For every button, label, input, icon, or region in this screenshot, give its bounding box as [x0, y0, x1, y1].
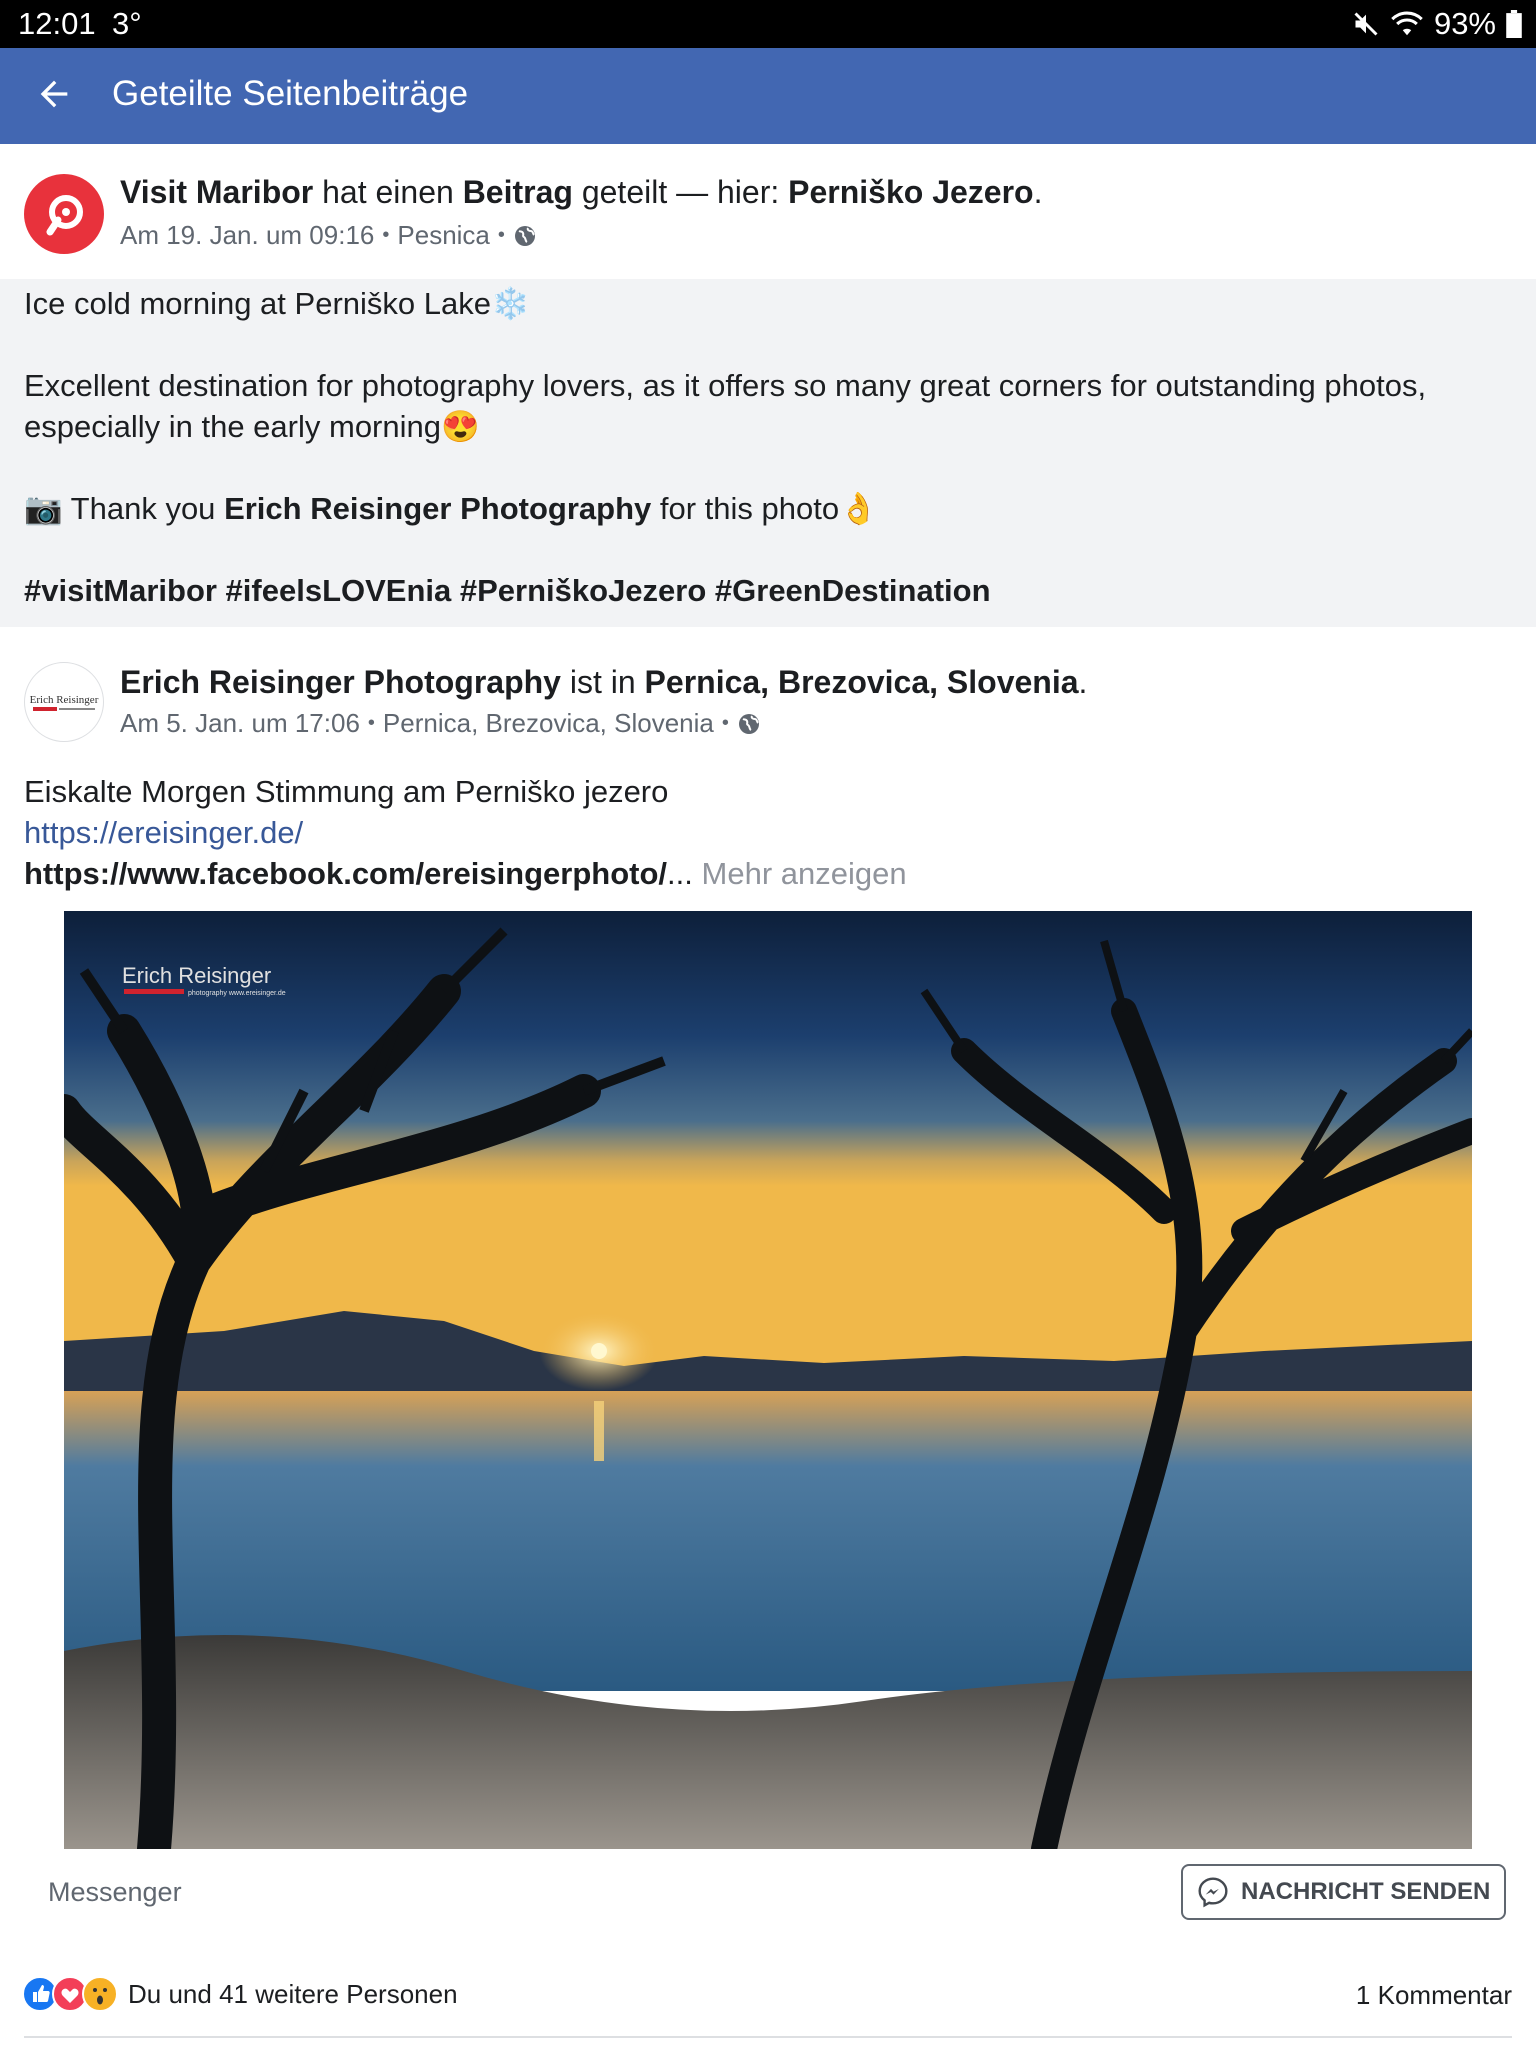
headline-period: . [1033, 174, 1043, 210]
original-text: Eiskalte Morgen Stimmung am Perniško jez… [24, 771, 668, 812]
text-line-content: Ice cold morning at Perniško Lake [24, 286, 491, 321]
share-meta: Am 19. Jan. um 09:16 • Pesnica • [120, 220, 537, 251]
separator-dot: • [497, 224, 505, 246]
text-line: Ice cold morning at Perniško Lake❄️ [24, 283, 530, 324]
reactions-summary[interactable]: Du und 41 weitere Personen [22, 1976, 458, 2012]
page-title: Geteilte Seitenbeiträge [112, 74, 469, 113]
facebook-link[interactable]: https://www.facebook.com/ereisingerphoto… [24, 856, 667, 891]
globe-icon [514, 225, 535, 246]
arrow-left-icon [40, 80, 68, 108]
shared-post-text: Ice cold morning at Perniško Lake❄️ Exce… [0, 279, 1536, 627]
original-meta: Am 5. Jan. um 17:06 • Pernica, Brezovica… [120, 708, 761, 739]
headline-text: ist in [569, 664, 636, 700]
photographer-avatar[interactable]: Erich Reisinger [24, 662, 104, 742]
post-date[interactable]: Am 19. Jan. um 09:16 [120, 220, 374, 251]
messenger-icon [1198, 1877, 1228, 1908]
status-icons: 93% [1352, 6, 1522, 42]
wifi-icon [1391, 11, 1423, 36]
send-message-label: NACHRICHT SENDEN [1241, 1878, 1491, 1905]
photo-watermark: Erich Reisinger photography www.ereising… [122, 963, 286, 997]
status-bar: 12:01 3° 93% [0, 0, 1536, 48]
reactions-text: Du und 41 weitere Personen [128, 1978, 458, 2009]
post-photo[interactable]: Erich Reisinger photography www.ereising… [47, 911, 1485, 1866]
svg-text:Erich Reisinger: Erich Reisinger [30, 694, 99, 706]
author-link[interactable]: Erich Reisinger Photography [120, 664, 561, 700]
text-line: especially in the early morning😍 [24, 406, 480, 447]
page-name-link[interactable]: Visit Maribor [120, 174, 313, 210]
post-location[interactable]: Pesnica [397, 220, 490, 251]
photographer-link[interactable]: Erich Reisinger Photography [224, 491, 651, 526]
hashtag-list[interactable]: #visitMaribor #ifeelsLOVEnia #PerniškoJe… [24, 573, 991, 608]
hashtags[interactable]: #visitMaribor #ifeelsLOVEnia #PerniškoJe… [24, 570, 991, 611]
app-header: Geteilte Seitenbeiträge [0, 48, 1536, 144]
heart-eyes-icon: 😍 [441, 409, 480, 444]
original-headline: Erich Reisinger Photography ist in Perni… [120, 662, 1087, 702]
website-link[interactable]: https://ereisinger.de/ [24, 812, 303, 853]
post-link[interactable]: Beitrag [463, 174, 573, 210]
place-link[interactable]: Perniško Jezero [788, 174, 1033, 210]
messenger-label: Messenger [48, 1877, 182, 1907]
send-message-button[interactable]: NACHRICHT SENDEN [1181, 1864, 1507, 1920]
globe-icon [738, 713, 759, 734]
visit-maribor-avatar[interactable] [24, 174, 104, 254]
text-line-content: Eiskalte Morgen Stimmung am Perniško jez… [24, 774, 669, 809]
lake-sunrise-image: Erich Reisinger photography www.ereising… [47, 911, 1485, 1866]
post-location[interactable]: Pernica, Brezovica, Slovenia [383, 708, 714, 739]
comments-count[interactable]: 1 Kommentar [1356, 1980, 1512, 2011]
divider [24, 2036, 1512, 2038]
text-line-content: Thank you [70, 491, 216, 526]
headline-text: hat einen [322, 174, 454, 210]
text-line: https://www.facebook.com/ereisingerphoto… [24, 853, 907, 894]
battery-icon [1506, 10, 1522, 38]
see-more-link[interactable]: Mehr anzeigen [702, 856, 907, 891]
location-pin-logo-icon [46, 195, 83, 236]
ok-hand-icon: 👌 [839, 491, 878, 526]
svg-text:photography www.ereisinger.d: photography www.ereisinger.de [188, 990, 286, 997]
text-line: Excellent destination for photography lo… [24, 365, 1426, 406]
separator-dot: • [721, 712, 729, 734]
mute-icon [1354, 12, 1378, 36]
text-line-content: for this photo [659, 491, 840, 526]
separator-dot: • [382, 224, 390, 246]
text-line-content: Excellent destination for photography lo… [24, 368, 1427, 403]
svg-text:Erich Reisinger: Erich Reisinger [122, 963, 271, 988]
snowflake-icon: ❄️ [490, 286, 530, 321]
back-button[interactable] [34, 70, 82, 118]
battery-percent: 93% [1433, 6, 1496, 41]
text-line-content: especially in the early morning [24, 409, 441, 444]
status-temperature: 3° [112, 6, 142, 41]
text-line: 📷 Thank you Erich Reisinger Photography … [24, 488, 878, 529]
wow-icon [82, 1976, 118, 2012]
post-date[interactable]: Am 5. Jan. um 17:06 [120, 708, 360, 739]
camera-icon: 📷 [24, 491, 63, 526]
ellipsis: ... [667, 856, 693, 891]
separator-dot: • [367, 712, 375, 734]
headline-text: geteilt — hier: [581, 174, 780, 210]
checkin-location-link[interactable]: Pernica, Brezovica, Slovenia [645, 664, 1079, 700]
share-headline: Visit Maribor hat einen Beitrag geteilt … [120, 172, 1042, 212]
photographer-logo-icon: Erich Reisinger [30, 694, 99, 711]
headline-period: . [1078, 664, 1088, 700]
status-time: 12:01 [18, 6, 96, 41]
